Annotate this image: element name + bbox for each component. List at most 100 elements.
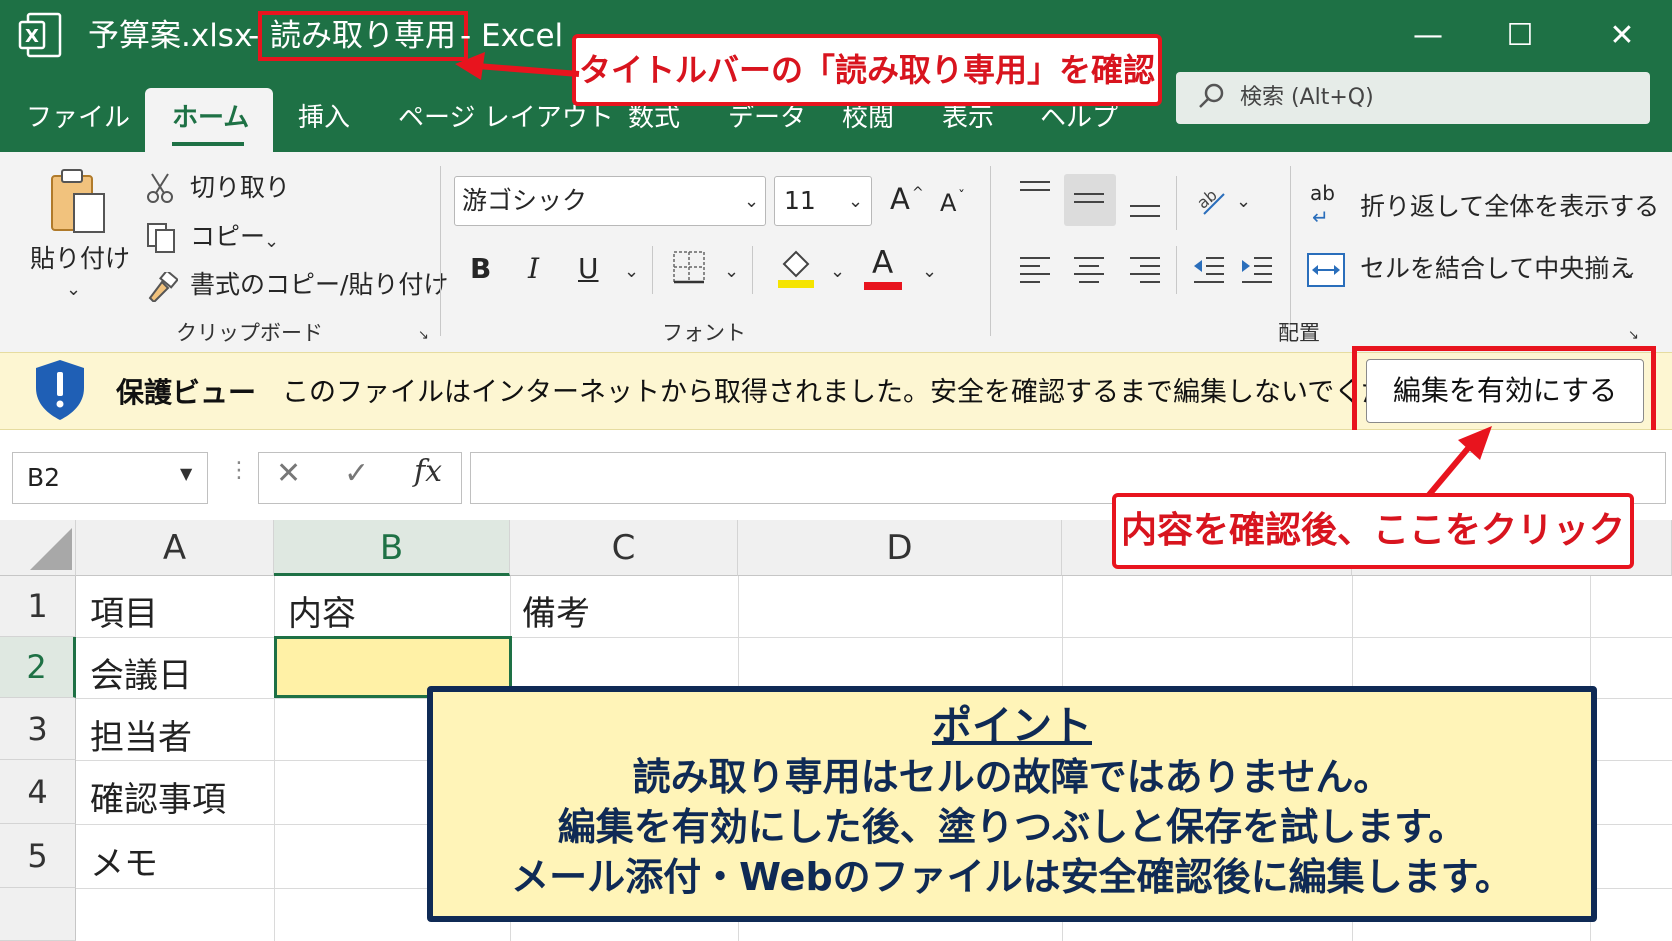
shrink-caret-icon: ˇ (958, 189, 965, 205)
row-header-2[interactable]: 2 (0, 637, 76, 698)
column-header-d[interactable]: D (738, 520, 1062, 576)
insert-function-icon[interactable]: fx (414, 454, 442, 489)
fill-color-chevron-down-icon[interactable]: ⌄ (830, 262, 845, 282)
tab-home-label[interactable]: ホーム (172, 96, 249, 140)
column-header-c[interactable]: C (510, 520, 738, 576)
format-painter-icon[interactable] (146, 272, 178, 302)
italic-button[interactable]: I (528, 252, 539, 286)
shrink-font-icon[interactable]: A (940, 186, 956, 220)
scissors-icon[interactable] (146, 172, 174, 204)
protected-view-title: 保護ビュー (116, 376, 257, 409)
alignment-launcher-icon[interactable]: ↘ (1628, 326, 1639, 346)
align-bottom-icon[interactable] (1128, 194, 1162, 222)
enable-editing-button[interactable]: 編集を有効にする (1366, 359, 1644, 423)
grow-caret-icon: ^ (912, 185, 924, 201)
align-center-icon[interactable] (1072, 252, 1106, 286)
ribbon-separator (652, 246, 653, 294)
paste-label[interactable]: 貼り付け (30, 242, 130, 276)
wrap-text-button[interactable]: 折り返して全体を表示する (1360, 190, 1659, 224)
search-placeholder[interactable]: 検索 (Alt+Q) (1240, 80, 1374, 116)
copy-button[interactable]: コピー (190, 220, 265, 254)
formula-bar-grip-icon[interactable]: ⋮ (228, 458, 250, 483)
enable-editing-callout: 内容を確認後、ここをクリック (1112, 493, 1634, 569)
bold-button[interactable]: B (470, 252, 491, 286)
column-header-b[interactable]: B (274, 520, 510, 576)
row-header-1[interactable]: 1 (0, 576, 76, 637)
font-color-chevron-down-icon[interactable]: ⌄ (922, 262, 937, 282)
alignment-group-label: 配置 (1278, 321, 1320, 345)
paste-chevron-down-icon[interactable]: ⌄ (66, 280, 81, 300)
font-size-chevron-down-icon[interactable]: ⌄ (848, 192, 863, 212)
row-header-5[interactable]: 5 (0, 824, 76, 888)
align-right-icon[interactable] (1128, 252, 1162, 286)
font-group-label: フォント (662, 321, 746, 345)
merge-chevron-down-icon[interactable]: ⌄ (1622, 262, 1637, 282)
align-middle-icon[interactable] (1072, 186, 1106, 214)
font-size-value[interactable]: 11 (784, 184, 816, 218)
window-title-filename: 予算案.xlsx (88, 18, 253, 54)
font-family-chevron-down-icon[interactable]: ⌄ (744, 192, 759, 212)
cell-b1[interactable]: 内容 (288, 586, 356, 635)
fill-color-icon[interactable] (776, 248, 816, 290)
readonly-title-tag: 読み取り専用 (258, 11, 468, 61)
borders-chevron-down-icon[interactable]: ⌄ (724, 262, 739, 282)
point-line-1: 読み取り専用はセルの故障ではありません。 (632, 755, 1392, 799)
merge-center-button[interactable]: セルを結合して中央揃え (1360, 252, 1634, 286)
grid-line (274, 576, 275, 941)
minimize-button[interactable]: — (1398, 10, 1458, 62)
ribbon-separator (1290, 166, 1291, 336)
column-header-a[interactable]: A (76, 520, 274, 576)
orientation-icon[interactable]: ab (1194, 184, 1228, 218)
row-header-3[interactable]: 3 (0, 698, 76, 760)
ribbon-separator (1176, 176, 1177, 230)
cut-button[interactable]: 切り取り (190, 171, 290, 205)
cell-a5[interactable]: メモ (90, 836, 158, 885)
point-line-2: 編集を有効にした後、塗りつぶしと保存を試します。 (557, 805, 1467, 849)
clipboard-group-label: クリップボード (176, 321, 323, 345)
ribbon-separator (752, 246, 753, 294)
paste-icon[interactable] (46, 166, 112, 238)
enter-formula-icon[interactable]: ✓ (344, 456, 369, 491)
svg-text:X: X (25, 26, 39, 47)
orientation-chevron-down-icon[interactable]: ⌄ (1236, 192, 1251, 212)
grow-font-icon[interactable]: A (890, 182, 910, 216)
font-color-button[interactable]: A (872, 246, 893, 280)
font-family-value[interactable]: 游ゴシック (462, 184, 587, 218)
increase-indent-icon[interactable] (1240, 252, 1274, 286)
name-box[interactable]: B2 (12, 452, 208, 504)
protected-view-message: このファイルはインターネットから取得されました。安全を確認するまで編集しないでく… (282, 377, 1470, 408)
cell-a2[interactable]: 会議日 (90, 648, 192, 697)
excel-logo-icon: X (18, 12, 62, 58)
maximize-button[interactable]: ☐ (1490, 10, 1550, 62)
merge-center-icon[interactable] (1306, 252, 1346, 288)
row-header-4[interactable]: 4 (0, 760, 76, 824)
cell-a4[interactable]: 確認事項 (90, 772, 226, 821)
shield-icon (36, 360, 84, 420)
tab-file[interactable]: ファイル (26, 96, 130, 140)
underline-chevron-down-icon[interactable]: ⌄ (624, 262, 639, 282)
point-title: ポイント (932, 703, 1092, 749)
font-color-swatch (864, 282, 902, 290)
ribbon-separator (440, 166, 441, 336)
align-top-icon[interactable] (1018, 178, 1052, 206)
copy-chevron-down-icon[interactable]: ⌄ (264, 232, 279, 252)
cell-a1[interactable]: 項目 (90, 586, 158, 635)
copy-icon[interactable] (146, 222, 176, 254)
cancel-formula-icon[interactable]: ✕ (276, 456, 301, 491)
close-button[interactable]: ✕ (1592, 10, 1652, 62)
row-header-6[interactable] (0, 888, 76, 941)
underline-button[interactable]: U (578, 252, 599, 286)
decrease-indent-icon[interactable] (1192, 252, 1226, 286)
callout-arrow-icon (1425, 426, 1492, 498)
format-painter-button[interactable]: 書式のコピー/貼り付け (190, 268, 448, 302)
cell-a3[interactable]: 担当者 (90, 710, 192, 759)
clipboard-launcher-icon[interactable]: ↘ (418, 326, 429, 346)
tab-insert[interactable]: 挿入 (298, 96, 350, 140)
borders-icon[interactable] (672, 250, 706, 284)
ribbon-separator (1176, 246, 1177, 294)
align-left-icon[interactable] (1018, 252, 1052, 286)
titlebar-callout: タイトルバーの「読み取り専用」を確認 (572, 34, 1162, 106)
callout-arrow-icon (455, 52, 580, 80)
name-box-chevron-down-icon[interactable]: ▼ (180, 464, 192, 483)
cell-c1[interactable]: 備考 (522, 586, 590, 635)
